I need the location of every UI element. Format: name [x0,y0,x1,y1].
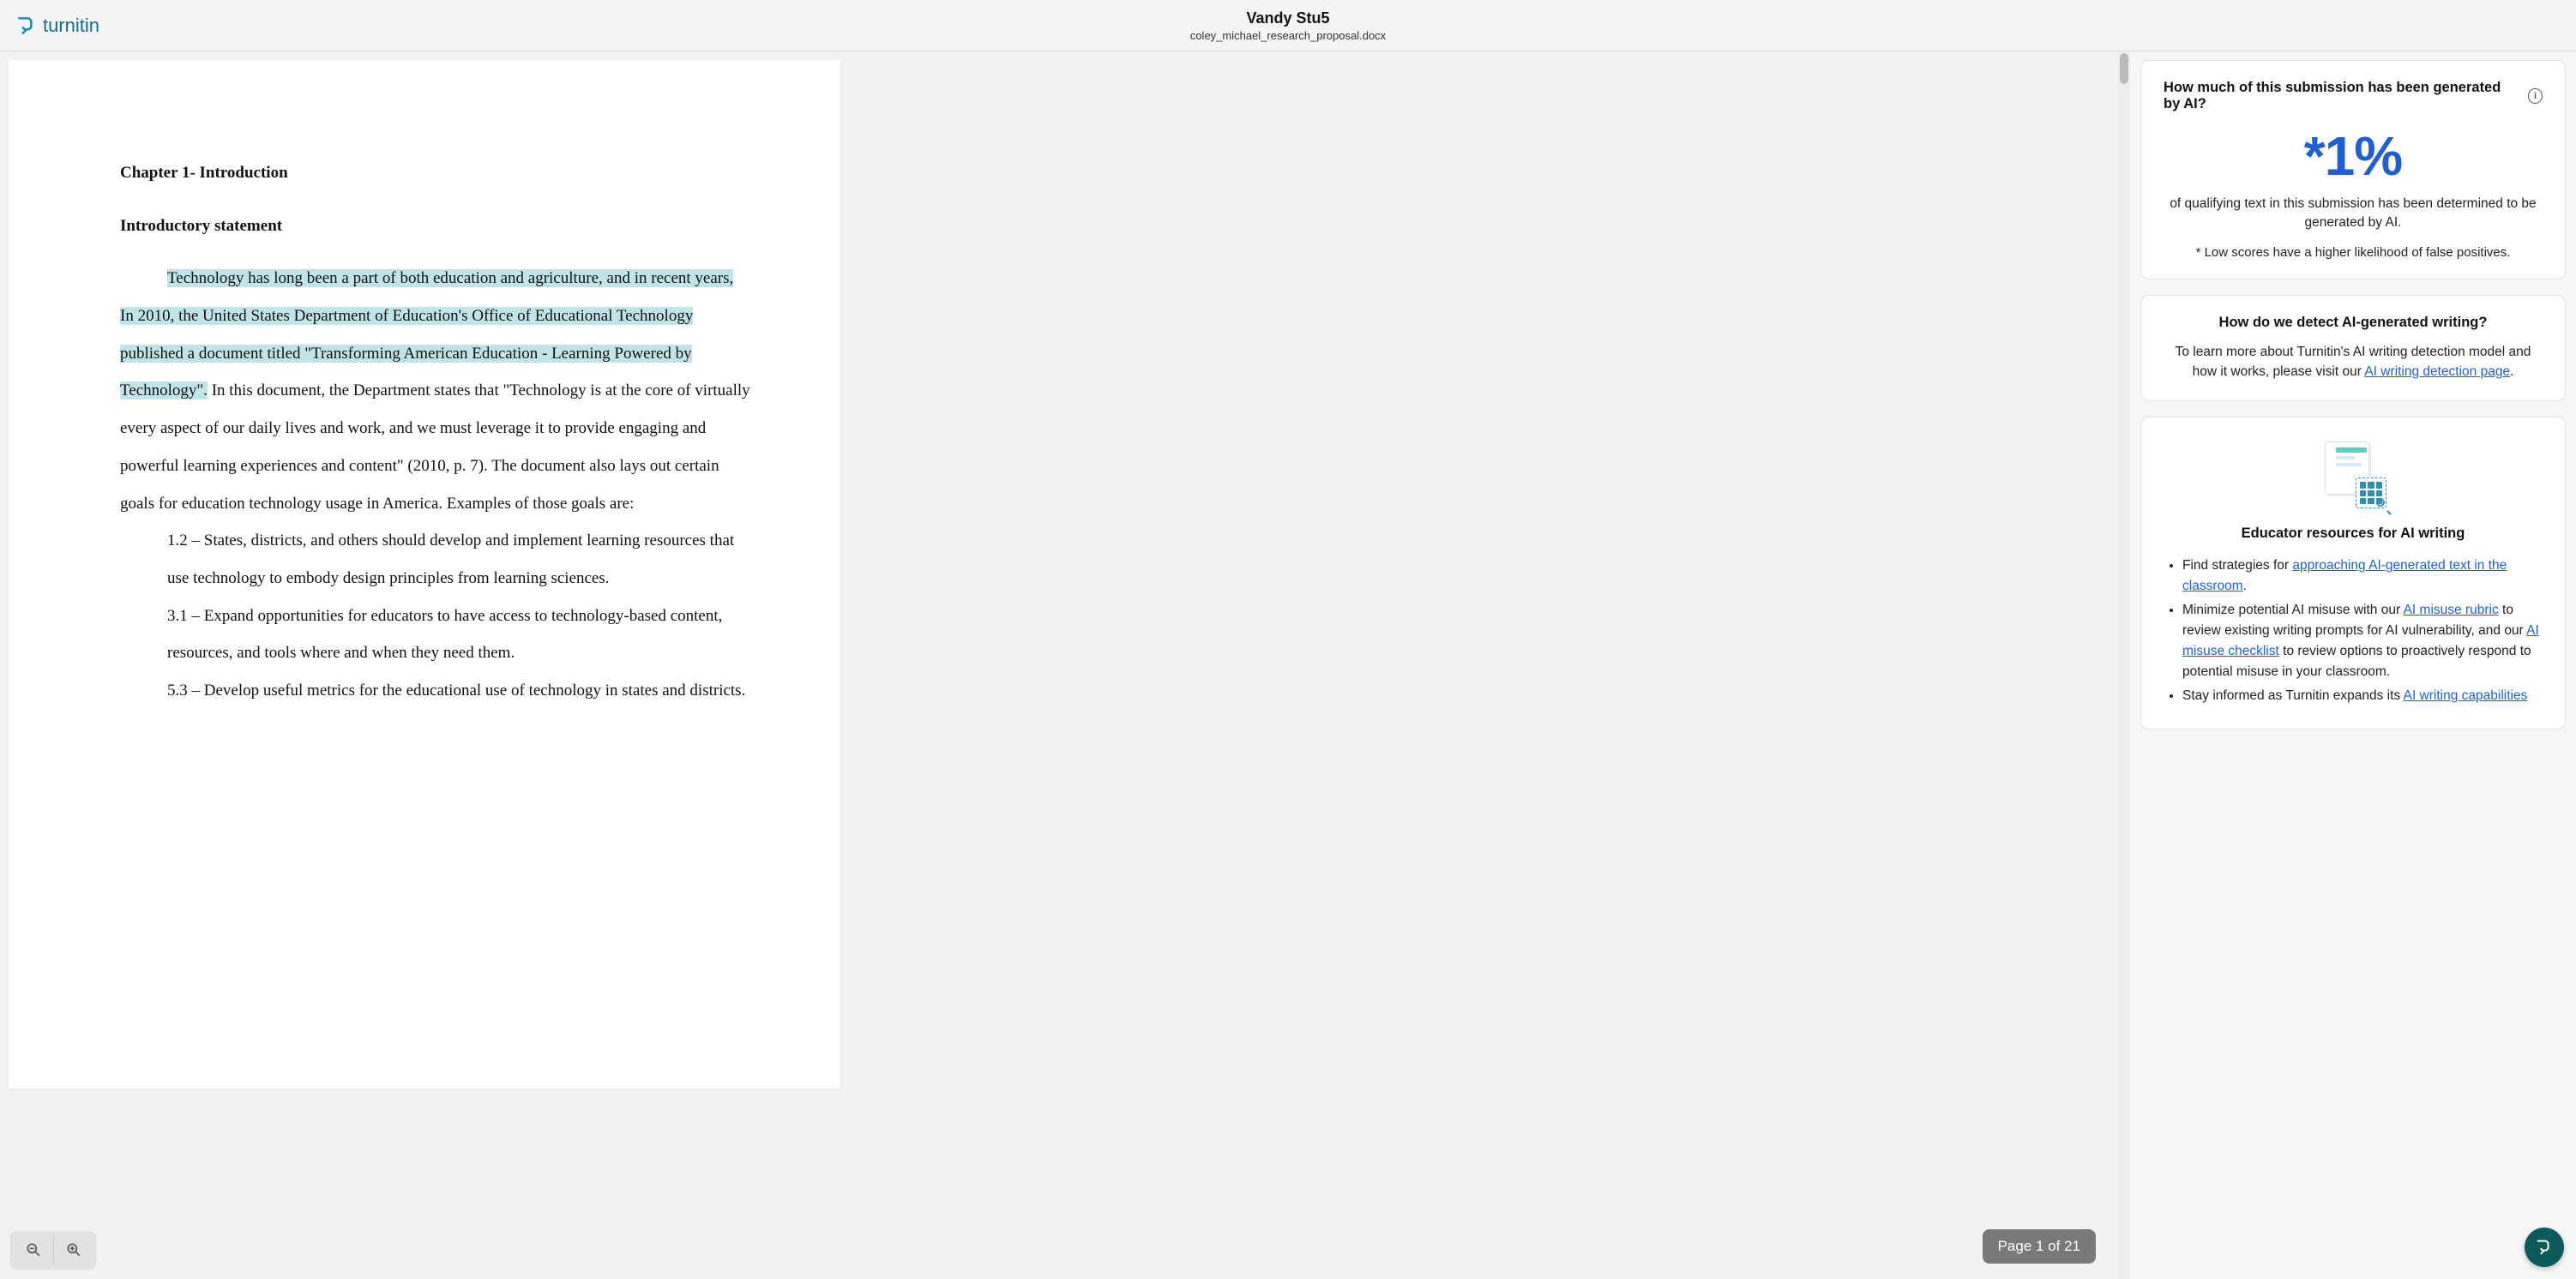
document-viewer[interactable]: Chapter 1- Introduction Introductory sta… [0,51,2130,1279]
educator-bullet: Minimize potential AI misuse with our AI… [2182,600,2543,682]
info-icon[interactable]: i [2528,88,2543,104]
document-page: Chapter 1- Introduction Introductory sta… [9,60,840,1089]
page-indicator: Page 1 of 21 [1983,1229,2096,1264]
educator-card-title: Educator resources for AI writing [2164,525,2543,542]
detection-card-title: How do we detect AI-generated writing? [2164,315,2543,331]
ai-sidebar: How much of this submission has been gen… [2130,51,2576,1279]
educator-bullets: Find strategies for approaching AI-gener… [2164,555,2543,706]
ai-score-desc: of qualifying text in this submission ha… [2164,195,2543,231]
detection-body-post: . [2510,364,2513,379]
section-title: Introductory statement [120,207,755,245]
student-name: Vandy Stu5 [1190,9,1386,27]
ai-misuse-rubric-link[interactable]: AI misuse rubric [2404,603,2499,617]
goal-item: 3.1 – Expand opportunities for educators… [167,597,755,672]
ai-score-card: How much of this submission has been gen… [2140,60,2566,279]
body-rest: In this document, the Department states … [120,381,750,512]
detection-info-card: How do we detect AI-generated writing? T… [2140,295,2566,401]
app-header: turnitin Vandy Stu5 coley_michael_resear… [0,0,2576,51]
ai-score-title: How much of this submission has been gen… [2164,80,2521,112]
educator-bullet: Find strategies for approaching AI-gener… [2182,555,2543,597]
zoom-out-button[interactable] [14,1234,53,1265]
turnitin-logo-icon [15,15,38,37]
chapter-title: Chapter 1- Introduction [120,154,755,192]
highlighted-text-1: Technology has long been a part of both … [167,269,733,287]
body-paragraph: Technology has long been a part of both … [120,260,755,522]
educator-illustration [2164,441,2543,508]
educator-bullet: Stay informed as Turnitin expands its AI… [2182,686,2543,706]
brand-text: turnitin [43,15,99,37]
goals-list: 1.2 – States, districts, and others shou… [120,522,755,709]
doc-scrollbar[interactable] [2118,51,2130,1279]
zoom-controls [10,1231,96,1269]
ai-score-value: *1% [2164,124,2543,188]
zoom-in-button[interactable] [53,1234,93,1265]
ai-capabilities-link[interactable]: AI writing capabilities [2404,688,2528,703]
goal-item: 1.2 – States, districts, and others shou… [167,522,755,597]
turnitin-fab-icon [2535,1238,2554,1257]
doc-scrollbar-thumb[interactable] [2120,53,2128,84]
educator-resources-card: Educator resources for AI writing Find s… [2140,417,2566,730]
goal-item: 5.3 – Develop useful metrics for the edu… [167,672,755,710]
ai-score-note: * Low scores have a higher likelihood of… [2164,245,2543,260]
main-area: Chapter 1- Introduction Introductory sta… [0,51,2576,1279]
help-fab-button[interactable] [2525,1228,2564,1267]
zoom-in-icon [65,1241,82,1258]
turnitin-logo[interactable]: turnitin [15,15,99,37]
header-center: Vandy Stu5 coley_michael_research_propos… [1190,9,1386,42]
file-name: coley_michael_research_proposal.docx [1190,29,1386,42]
ai-detection-page-link[interactable]: AI writing detection page [2364,364,2510,379]
zoom-out-icon [25,1241,42,1258]
detection-card-body: To learn more about Turnitin's AI writin… [2164,343,2543,381]
